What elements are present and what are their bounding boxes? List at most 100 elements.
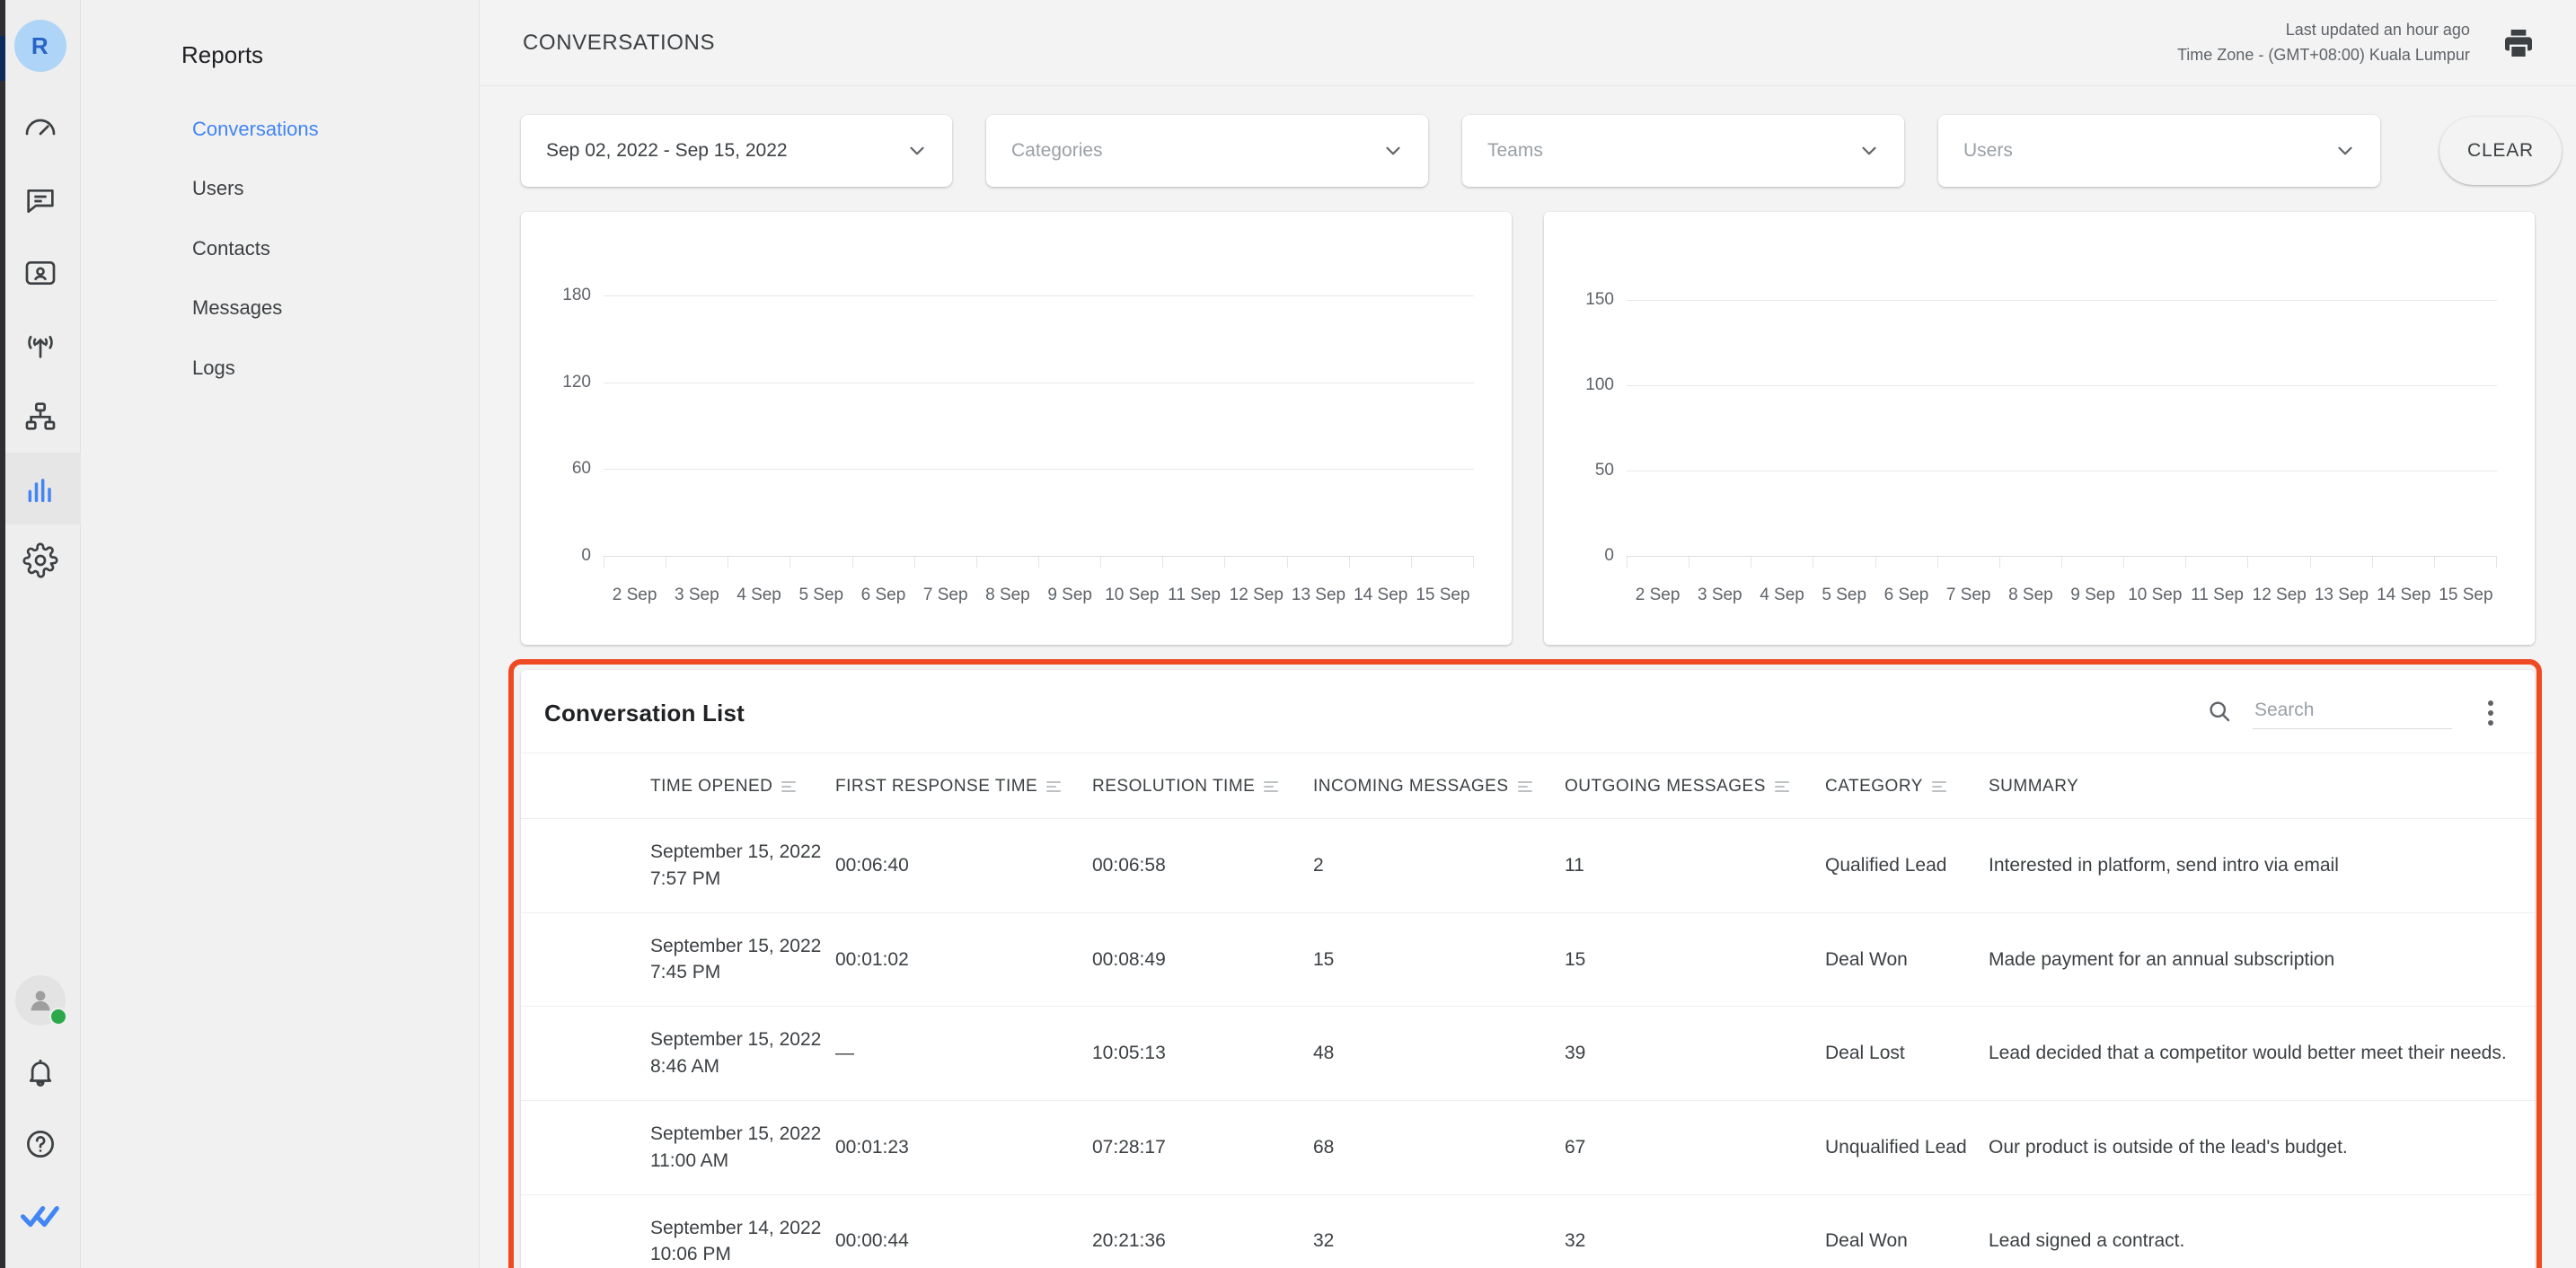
chart-bar-slot [1627, 246, 1689, 557]
column-header-first-response-time[interactable]: FIRST RESPONSE TIME [835, 753, 1092, 819]
table-cell-first_response_time: 00:01:02 [835, 912, 1092, 1008]
chart-bar-slot [790, 246, 852, 557]
date-range-select[interactable]: Sep 02, 2022 - Sep 15, 2022 [521, 115, 952, 187]
table-cell-time_opened: September 15, 2022 11:00 AM [650, 1100, 835, 1195]
table-row[interactable]: September 15, 2022 7:57 PM 00:06:40 00:06:… [521, 818, 2535, 913]
chart-bar-slot [1999, 246, 2061, 557]
workflow-icon[interactable] [0, 381, 81, 453]
chevron-down-icon [1360, 139, 1405, 163]
chart-x-tick-label: 6 Sep [860, 586, 906, 604]
conversation-list-header: Conversation List [521, 670, 2535, 753]
column-label: RESOLUTION TIME [1092, 777, 1256, 796]
conversations-bar-chart: 0 60 120 180 2 Sep 3 Sep 4 Sep 5 Sep 6 Sep 7 Sep… [537, 232, 1488, 636]
bar-chart-icon[interactable] [0, 453, 81, 524]
chart-bar-slot [1813, 246, 1875, 557]
messages-bar-chart: 0 50 100 150 2 Sep 3 Sep 4 Sep 5 Sep 6 Sep 7 Sep… [1560, 232, 2511, 636]
table-cell-outgoing_messages: 67 [1565, 1100, 1825, 1195]
chart-x-tick-label: 2 Sep [1635, 586, 1681, 604]
categories-select[interactable]: Categories [986, 115, 1428, 187]
help-circle-icon[interactable] [0, 1108, 81, 1180]
filter-bar: Sep 02, 2022 - Sep 15, 2022 Categories T… [521, 86, 2562, 212]
chart-bar-slot [2062, 246, 2124, 557]
table-cell-resolution_time: 07:28:17 [1092, 1100, 1313, 1195]
chart-x-tick-label: 7 Sep [922, 586, 968, 604]
column-header-time-opened[interactable]: TIME OPENED [650, 753, 835, 819]
table-cell-time_opened: September 14, 2022 10:06 PM [650, 1194, 835, 1268]
table-row[interactable]: September 14, 2022 10:06 PM 00:00:44 20:21… [521, 1194, 2535, 1268]
table-cell-incoming_messages: 32 [1313, 1194, 1565, 1268]
chart-x-labels: 2 Sep 3 Sep 4 Sep 5 Sep 6 Sep 7 Sep 8 Sep 9 Sep… [1627, 586, 2497, 605]
workspace-avatar[interactable]: R [13, 20, 66, 72]
sort-icon[interactable] [781, 781, 797, 792]
column-header-outgoing-messages[interactable]: OUTGOING MESSAGES [1565, 753, 1825, 819]
chart-y-tick-label: 0 [581, 546, 591, 565]
table-cell-outgoing_messages: 39 [1565, 1006, 1825, 1101]
double-check-logo-icon[interactable] [0, 1180, 81, 1252]
gear-icon[interactable] [0, 524, 81, 596]
charts-row: 0 60 120 180 2 Sep 3 Sep 4 Sep 5 Sep 6 Sep 7 Sep… [521, 212, 2535, 645]
chart-x-tick-label: 11 Sep [2191, 586, 2244, 604]
table-cell-incoming_messages: 48 [1313, 1006, 1565, 1101]
table-row[interactable]: September 15, 2022 7:45 PM 00:01:02 00:08:… [521, 912, 2535, 1008]
table-cell-spacer [521, 912, 650, 1008]
chart-x-ticks [604, 557, 1474, 568]
chart-y-tick-label: 0 [1604, 546, 1614, 565]
chart-x-tick-label: 8 Sep [985, 586, 1030, 604]
column-header-incoming-messages[interactable]: INCOMING MESSAGES [1313, 753, 1565, 819]
chart-bar-slot [2310, 246, 2372, 557]
sidebar-item-messages[interactable]: Messages [81, 278, 479, 338]
search-box [2206, 698, 2452, 729]
table-cell-summary: Lead decided that a competitor would bet… [1989, 1006, 2535, 1101]
dashboard-gauge-icon[interactable] [0, 93, 81, 165]
table-cell-incoming_messages: 15 [1313, 912, 1565, 1008]
sidebar-item-contacts[interactable]: Contacts [81, 219, 479, 278]
chart-x-tick-label: 4 Sep [1760, 586, 1804, 604]
chart-plot-area: 0 50 100 150 [1585, 246, 2497, 565]
chart-bar-slot [914, 246, 976, 557]
table-row[interactable]: September 15, 2022 11:00 AM 00:01:23 07:28… [521, 1100, 2535, 1195]
users-select[interactable]: Users [1938, 115, 2380, 187]
table-cell-category: Deal Won [1825, 1194, 1989, 1268]
sort-icon[interactable] [1774, 781, 1789, 792]
conversation-list-tools [2206, 697, 2502, 729]
sort-icon[interactable] [1517, 781, 1532, 792]
sort-icon[interactable] [1046, 781, 1062, 792]
sidebar-item-users[interactable]: Users [81, 159, 479, 218]
table-row[interactable]: September 15, 2022 8:46 AM —10:05:13 48 39 D… [521, 1006, 2535, 1101]
kebab-menu-icon[interactable] [2479, 697, 2502, 729]
search-icon[interactable] [2206, 698, 2233, 729]
table-cell-spacer [521, 818, 650, 913]
table-cell-summary: Interested in platform, send intro via e… [1989, 818, 2535, 913]
chart-y-tick-label: 50 [1594, 460, 1614, 480]
chart-y-tick-label: 120 [562, 372, 591, 392]
chart-x-tick-label: 5 Sep [1822, 586, 1867, 604]
chart-x-tick-label: 13 Sep [1291, 586, 1346, 604]
column-header-category[interactable]: CATEGORY [1825, 753, 1989, 819]
column-header-resolution-time[interactable]: RESOLUTION TIME [1092, 753, 1313, 819]
sidebar-item-logs[interactable]: Logs [81, 339, 479, 398]
printer-icon[interactable] [2501, 25, 2536, 61]
chat-icon[interactable] [0, 165, 81, 237]
table-cell-time_opened: September 15, 2022 8:46 AM [650, 1006, 835, 1101]
bell-icon[interactable] [0, 1036, 81, 1108]
chart-plot-area: 0 60 120 180 [562, 246, 1474, 565]
sidebar-item-conversations[interactable]: Conversations [81, 100, 479, 159]
chart-x-tick-label: 4 Sep [737, 586, 781, 604]
column-label: OUTGOING MESSAGES [1565, 777, 1766, 796]
teams-select[interactable]: Teams [1462, 115, 1904, 187]
chart-x-tick-label: 10 Sep [1105, 586, 1160, 604]
contact-card-icon[interactable] [0, 237, 81, 309]
sort-icon[interactable] [1931, 781, 1946, 792]
table-cell-spacer [521, 1100, 650, 1195]
sort-icon[interactable] [1264, 781, 1279, 792]
search-input[interactable] [2252, 699, 2452, 729]
conversation-list-title: Conversation List [544, 699, 745, 726]
table-cell-first_response_time: — [835, 1006, 1092, 1101]
table-cell-spacer [521, 1006, 650, 1101]
chart-y-tick-label: 180 [562, 286, 591, 305]
timezone-text: Time Zone - (GMT+08:00) Kuala Lumpur [2176, 45, 2470, 64]
clear-filters-button[interactable]: CLEAR [2439, 117, 2562, 185]
user-avatar-icon[interactable] [0, 964, 81, 1036]
conversation-table-body: September 15, 2022 7:57 PM 00:06:40 00:06:… [521, 818, 2535, 1268]
broadcast-icon[interactable] [0, 309, 81, 381]
